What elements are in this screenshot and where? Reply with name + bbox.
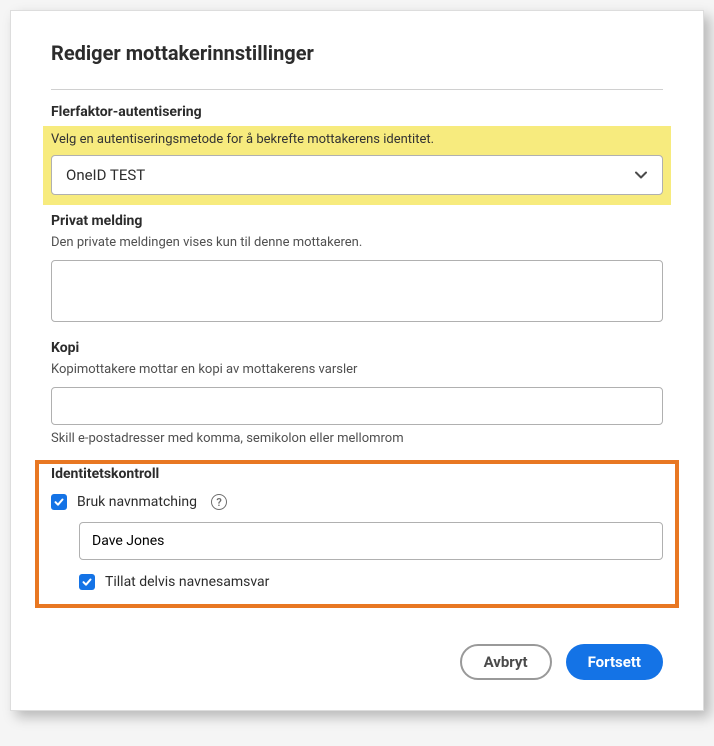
use-name-matching-row: Bruk navnmatching ? [51, 494, 663, 510]
mfa-method-select[interactable]: OneID TEST [51, 155, 663, 195]
name-matching-input[interactable] [79, 522, 663, 560]
private-message-label: Privat melding [51, 213, 663, 229]
divider [51, 89, 663, 90]
mfa-section-label: Flerfaktor-autentisering [51, 104, 663, 120]
use-name-matching-label: Bruk navnmatching [77, 494, 197, 510]
mfa-selected-value: OneID TEST [66, 166, 634, 184]
dialog-title: Rediger mottakerinnstillinger [51, 41, 663, 65]
edit-recipient-settings-dialog: Rediger mottakerinnstillinger Flerfaktor… [10, 10, 704, 711]
copy-section: Kopi Kopimottakere mottar en kopi av mot… [51, 340, 663, 446]
cancel-button[interactable]: Avbryt [460, 644, 552, 680]
allow-partial-label: Tillat delvis navnesamsvar [105, 574, 269, 590]
private-message-input[interactable] [51, 260, 663, 322]
allow-partial-checkbox[interactable] [79, 574, 95, 590]
dialog-button-row: Avbryt Fortsett [51, 644, 663, 680]
chevron-down-icon [634, 168, 648, 182]
help-icon[interactable]: ? [211, 494, 227, 510]
name-input-wrap [79, 522, 663, 560]
use-name-matching-checkbox[interactable] [51, 494, 67, 510]
mfa-description: Velg en autentiseringsmetode for å bekre… [51, 132, 663, 147]
continue-button[interactable]: Fortsett [566, 644, 663, 680]
private-message-section: Privat melding Den private meldingen vis… [51, 213, 663, 326]
private-message-desc: Den private meldingen vises kun til denn… [51, 235, 663, 250]
copy-helper-text: Skill e-postadresser med komma, semikolo… [51, 431, 663, 446]
allow-partial-row: Tillat delvis navnesamsvar [79, 574, 663, 590]
identity-control-callout: Identitetskontroll Bruk navnmatching ? T… [35, 460, 679, 608]
copy-desc: Kopimottakere mottar en kopi av mottaker… [51, 362, 663, 377]
identity-label: Identitetskontroll [51, 466, 663, 482]
mfa-highlighted-block: Velg en autentiseringsmetode for å bekre… [43, 126, 671, 205]
copy-recipients-input[interactable] [51, 387, 663, 425]
copy-label: Kopi [51, 340, 663, 356]
